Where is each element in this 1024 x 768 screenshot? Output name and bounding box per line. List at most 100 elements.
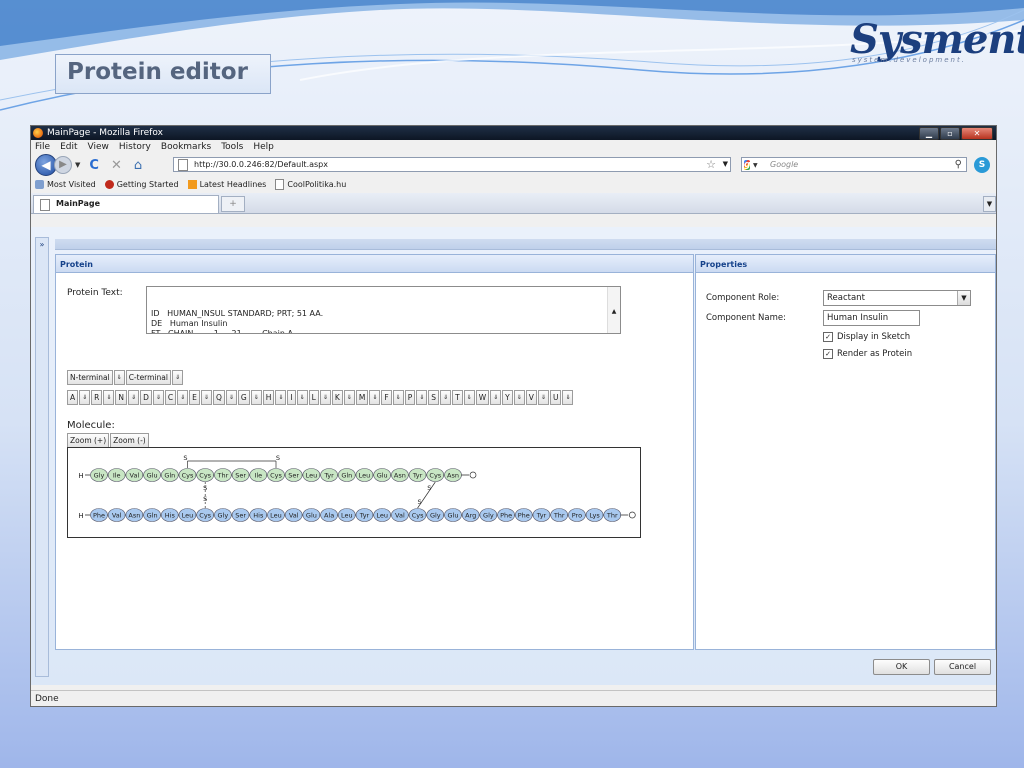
amino-acid-button[interactable]: V xyxy=(525,390,537,405)
search-input[interactable]: g ▼ Google ⚲ xyxy=(741,157,967,172)
n-terminal-insert-icon[interactable]: ⇓ xyxy=(113,370,125,385)
search-placeholder: Google xyxy=(770,160,799,169)
amino-acid-button[interactable]: M xyxy=(355,390,369,405)
checkbox-checked-icon[interactable]: ✓ xyxy=(823,332,833,342)
insert-arrow-icon[interactable]: ⇓ xyxy=(343,390,355,405)
insert-arrow-icon[interactable]: ⇓ xyxy=(128,390,140,405)
menu-view[interactable]: View xyxy=(88,142,109,152)
c-terminal-insert-icon[interactable]: ⇓ xyxy=(171,370,183,385)
insert-arrow-icon[interactable]: ⇓ xyxy=(490,390,502,405)
menu-history[interactable]: History xyxy=(119,142,151,152)
residue-label: Asn xyxy=(128,512,140,520)
ok-button[interactable]: OK xyxy=(873,659,930,675)
tab-list-dropdown-icon[interactable]: ▼ xyxy=(983,196,996,212)
history-dropdown-icon[interactable]: ▼ xyxy=(75,161,80,169)
insert-arrow-icon[interactable]: ⇓ xyxy=(177,390,189,405)
amino-acid-button[interactable]: L xyxy=(308,390,319,405)
menu-tools[interactable]: Tools xyxy=(221,142,243,152)
amino-acid-button[interactable]: S xyxy=(428,390,440,405)
menu-bookmarks[interactable]: Bookmarks xyxy=(161,142,211,152)
amino-acid-button[interactable]: H xyxy=(262,390,275,405)
amino-acid-button[interactable]: E xyxy=(189,390,200,405)
residue-label: Phe xyxy=(518,512,530,520)
insert-arrow-icon[interactable]: ⇓ xyxy=(103,390,115,405)
home-icon[interactable]: ⌂ xyxy=(134,158,142,173)
checkbox-checked-icon[interactable]: ✓ xyxy=(823,349,833,359)
tab-mainpage[interactable]: MainPage xyxy=(33,195,219,213)
amino-acid-button[interactable]: P xyxy=(404,390,416,405)
amino-acid-button[interactable]: F xyxy=(381,390,392,405)
stop-icon[interactable]: ✕ xyxy=(111,158,122,173)
amino-acid-button[interactable]: C xyxy=(164,390,177,405)
residue-label: Val xyxy=(130,472,140,480)
c-terminal-button[interactable]: C-terminal xyxy=(125,370,171,385)
protein-panel-header: Protein xyxy=(56,255,693,273)
residue-label: Phe xyxy=(500,512,512,520)
zoom-in-button[interactable]: Zoom (+) xyxy=(67,433,110,448)
residue-label: Leu xyxy=(376,512,388,520)
amino-acid-button[interactable]: A xyxy=(67,390,79,405)
search-icon[interactable]: ⚲ xyxy=(955,158,962,171)
amino-acid-button[interactable]: I xyxy=(287,390,296,405)
forward-arrow-icon[interactable]: ▶ xyxy=(54,156,72,174)
textarea-scrollbar[interactable]: ▲ ▼ xyxy=(607,287,620,333)
url-dropdown-icon[interactable]: ▼ xyxy=(723,160,728,168)
insert-arrow-icon[interactable]: ⇓ xyxy=(152,390,164,405)
render-as-protein-checkbox[interactable]: ✓ Render as Protein xyxy=(823,349,912,359)
amino-acid-button[interactable]: Q xyxy=(212,390,225,405)
menu-help[interactable]: Help xyxy=(253,142,274,152)
insert-arrow-icon[interactable]: ⇓ xyxy=(392,390,404,405)
bookmark-coolpolitika[interactable]: CoolPolitika.hu xyxy=(275,179,346,190)
bookmark-getting-started[interactable]: Getting Started xyxy=(104,180,179,189)
bookmark-most-visited[interactable]: Most Visited xyxy=(35,180,96,189)
insert-arrow-icon[interactable]: ⇓ xyxy=(319,390,331,405)
protein-text-area[interactable]: ID HUMAN_INSUL STANDARD; PRT; 51 AA. DE H… xyxy=(146,286,621,334)
insert-arrow-icon[interactable]: ⇓ xyxy=(369,390,381,405)
bookmark-star-icon[interactable]: ☆ xyxy=(706,158,716,171)
cancel-button[interactable]: Cancel xyxy=(934,659,991,675)
molecule-viewer[interactable]: H Gly Ile Val Glu Gln Cys Cys Thr Ser Ile Cys Ser Leu… xyxy=(67,447,641,538)
new-tab-button[interactable]: + xyxy=(221,196,245,212)
insert-arrow-icon[interactable]: ⇓ xyxy=(225,390,237,405)
skype-addon-icon[interactable]: S xyxy=(974,157,990,173)
amino-acid-button[interactable]: T xyxy=(452,390,463,405)
url-bar[interactable]: http://30.0.0.246:82/Default.aspx ☆ ▼ xyxy=(173,157,731,172)
menu-file[interactable]: File xyxy=(35,142,50,152)
n-terminal-button[interactable]: N-terminal xyxy=(67,370,113,385)
google-search-engine-icon[interactable]: g ▼ xyxy=(744,158,758,172)
amino-acid-button[interactable]: Y xyxy=(502,390,513,405)
insert-arrow-icon[interactable]: ⇓ xyxy=(416,390,428,405)
chevron-down-icon[interactable]: ▼ xyxy=(957,291,970,305)
insert-arrow-icon[interactable]: ⇓ xyxy=(250,390,262,405)
insert-arrow-icon[interactable]: ⇓ xyxy=(296,390,308,405)
amino-acid-button[interactable]: N xyxy=(115,390,128,405)
insert-arrow-icon[interactable]: ⇓ xyxy=(463,390,475,405)
bookmark-latest-headlines[interactable]: Latest Headlines xyxy=(187,180,266,189)
amino-acid-button[interactable]: G xyxy=(237,390,250,405)
insert-arrow-icon[interactable]: ⇓ xyxy=(513,390,525,405)
display-in-sketch-checkbox[interactable]: ✓ Display in Sketch xyxy=(823,332,910,342)
reload-icon[interactable]: C xyxy=(89,158,99,173)
insert-arrow-icon[interactable]: ⇓ xyxy=(275,390,287,405)
scroll-up-icon[interactable]: ▲ xyxy=(608,307,620,317)
url-text: http://30.0.0.246:82/Default.aspx xyxy=(194,160,328,169)
minimize-button[interactable]: ▁ xyxy=(919,127,939,140)
amino-acid-button[interactable]: U xyxy=(549,390,562,405)
close-window-button[interactable]: ✕ xyxy=(961,127,993,140)
amino-acid-button[interactable]: W xyxy=(475,390,490,405)
component-name-input[interactable]: Human Insulin xyxy=(823,310,920,326)
insert-arrow-icon[interactable]: ⇓ xyxy=(79,390,91,405)
maximize-button[interactable]: ▫ xyxy=(940,127,960,140)
amino-acid-button[interactable]: K xyxy=(331,390,343,405)
component-role-select[interactable]: Reactant ▼ xyxy=(823,290,971,306)
insert-arrow-icon[interactable]: ⇓ xyxy=(440,390,452,405)
expand-panel-button[interactable]: » xyxy=(36,240,48,249)
menu-edit[interactable]: Edit xyxy=(60,142,77,152)
residue-label: Gly xyxy=(218,512,229,520)
insert-arrow-icon[interactable]: ⇓ xyxy=(562,390,574,405)
amino-acid-button[interactable]: R xyxy=(91,390,103,405)
insert-arrow-icon[interactable]: ⇓ xyxy=(200,390,212,405)
zoom-out-button[interactable]: Zoom (-) xyxy=(110,433,149,448)
amino-acid-button[interactable]: D xyxy=(140,390,152,405)
insert-arrow-icon[interactable]: ⇓ xyxy=(537,390,549,405)
